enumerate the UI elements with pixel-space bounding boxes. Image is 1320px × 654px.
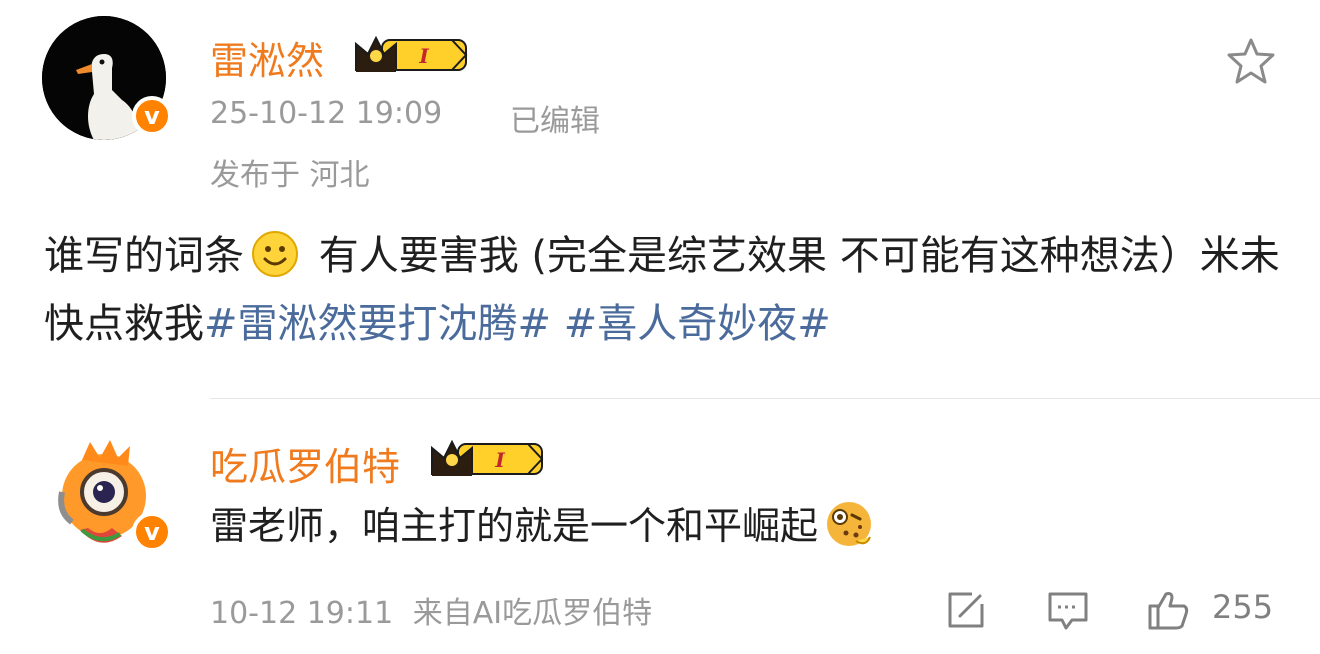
star-outline-icon[interactable] xyxy=(1224,36,1278,86)
reply-text: 雷老师，咱主打的就是一个和平崛起 xyxy=(210,504,819,548)
reply-body: 雷老师，咱主打的就是一个和平崛起 xyxy=(210,495,882,551)
level-badge-text: I xyxy=(418,44,429,68)
crown-level-badge-icon[interactable]: I xyxy=(428,436,546,480)
crown-level-badge-icon[interactable]: I xyxy=(352,32,470,76)
post-timestamp: 25-10-12 19:09 xyxy=(210,96,443,131)
verified-v-icon: v xyxy=(132,512,172,552)
comment-icon[interactable] xyxy=(1046,588,1090,632)
weibo-post-view: v 雷淞然 I 25-10-12 19:09 已编辑 发布于 河北 谁写的词条 … xyxy=(0,0,1320,654)
level-badge-text: I xyxy=(494,448,505,472)
edited-label[interactable]: 已编辑 xyxy=(510,96,600,140)
thumbs-up-icon[interactable] xyxy=(1146,588,1190,632)
smile-emoji-icon xyxy=(252,231,298,277)
cookie-emoji-icon xyxy=(827,502,872,546)
reply-author-avatar[interactable]: v xyxy=(42,432,172,556)
post-location: 发布于 河北 xyxy=(210,158,370,193)
reply-source[interactable]: 来自AI吃瓜罗伯特 xyxy=(413,596,652,631)
post-body: 谁写的词条 有人要害我 (完全是综艺效果 不可能有这种想法）米未快点救我#雷淞然… xyxy=(44,222,1284,358)
reply-timestamp: 10-12 19:11 xyxy=(210,596,394,631)
author-avatar[interactable]: v xyxy=(42,16,172,140)
post-text-part1: 谁写的词条 xyxy=(44,233,244,279)
hashtag-link[interactable]: #喜人奇妙夜# xyxy=(551,301,831,347)
post-author-name[interactable]: 雷淞然 xyxy=(210,30,324,85)
verified-v-icon: v xyxy=(132,96,172,136)
reply-author-name[interactable]: 吃瓜罗伯特 xyxy=(210,436,400,491)
reply-meta: 10-12 19:11 来自AI吃瓜罗伯特 xyxy=(210,588,652,632)
like-count[interactable]: 255 xyxy=(1212,588,1273,626)
divider xyxy=(210,398,1320,399)
edit-icon[interactable] xyxy=(944,588,988,632)
hashtag-link[interactable]: #雷淞然要打沈腾# xyxy=(204,301,551,347)
